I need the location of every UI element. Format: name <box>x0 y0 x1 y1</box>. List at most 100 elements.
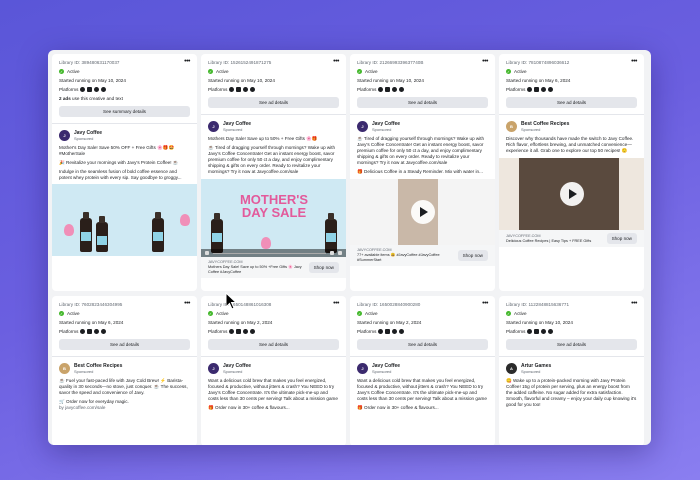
audience-network-icon <box>541 329 547 334</box>
status-text: Active <box>365 311 378 316</box>
card-header: Library ID: 7810874896036612 ••• ✓ Active… <box>499 54 644 92</box>
facebook-icon <box>80 87 86 92</box>
ad-body-text: ☕ Fuel your fast-paced life with Javy Co… <box>59 378 188 410</box>
play-button-icon[interactable] <box>559 182 584 206</box>
ad-card[interactable]: Library ID: 389480631170037 ••• ✓ Active … <box>52 54 197 291</box>
ad-card[interactable]: Library ID: 7602823446304995 ••• ✓ Active… <box>52 296 197 445</box>
ad-video[interactable]: MOTHER'S DAY SALE <box>201 179 346 257</box>
advertiser-avatar[interactable]: J <box>357 121 368 132</box>
see-summary-details-button[interactable]: See summary details <box>59 106 190 117</box>
shop-now-button[interactable]: Shop now <box>606 233 637 244</box>
ad-card[interactable]: Library ID: 1526152491871275 ••• ✓ Active… <box>201 54 346 291</box>
advertiser-avatar[interactable]: A <box>506 363 517 374</box>
library-id: Library ID: 1526152491871275 <box>208 60 272 65</box>
audience-network-icon <box>541 87 547 92</box>
ad-card[interactable]: Library ID: 1650148861016308 ••• ✓ Active… <box>201 296 346 445</box>
shop-now-button[interactable]: Shop now <box>457 250 488 261</box>
status-text: Active <box>216 69 229 74</box>
instagram-icon <box>236 329 242 334</box>
started-running: Started running on May 10, 2024 <box>208 78 275 83</box>
instagram-icon <box>87 329 93 334</box>
ad-card[interactable]: Library ID: 1650028840900280 ••• ✓ Active… <box>350 296 495 445</box>
more-options-icon[interactable]: ••• <box>184 58 190 65</box>
sponsored-label: Sponsored <box>223 369 243 374</box>
more-options-icon[interactable]: ••• <box>631 58 637 65</box>
bottle-image <box>80 212 92 252</box>
ad-video[interactable] <box>499 158 644 230</box>
platforms-row: Platforms <box>59 329 190 334</box>
ad-library-window: Library ID: 389480631170037 ••• ✓ Active … <box>48 50 651 445</box>
cta-row: JAVYCOFFEE.COM Mothers Day Sale! Save up … <box>201 257 346 278</box>
see-ad-details-button[interactable]: See ad details <box>59 339 190 350</box>
shop-now-button[interactable]: Shop now <box>308 262 339 273</box>
see-ad-details-button[interactable]: See ad details <box>357 97 488 108</box>
see-ad-details-button[interactable]: See ad details <box>357 339 488 350</box>
ad-card[interactable]: Library ID: 2126699339637740B ••• ✓ Activ… <box>350 54 495 291</box>
play-button-icon[interactable] <box>410 200 435 224</box>
ad-body-text: 😋 Wake up to a protein-packed morning wi… <box>506 378 637 407</box>
fullscreen-icon[interactable] <box>338 251 342 255</box>
more-options-icon[interactable]: ••• <box>333 58 339 65</box>
mouse-cursor-icon <box>225 292 237 310</box>
ad-card[interactable]: Library ID: 1122848815636771 ••• ✓ Active… <box>499 296 644 445</box>
ad-card[interactable]: Library ID: 7810874896036612 ••• ✓ Active… <box>499 54 644 291</box>
messenger-icon <box>250 329 256 334</box>
status-text: Active <box>514 311 527 316</box>
started-running: Started running on May 10, 2024 <box>357 78 424 83</box>
messenger-icon <box>101 87 107 92</box>
audience-network-icon <box>243 329 249 334</box>
volume-icon[interactable] <box>330 251 334 255</box>
sponsored-label: Sponsored <box>372 127 392 132</box>
sponsored-label: Sponsored <box>521 127 541 132</box>
platforms-row: Platforms <box>59 87 190 92</box>
library-id: Library ID: 1122848815636771 <box>506 302 569 307</box>
facebook-icon <box>80 329 86 334</box>
see-ad-details-button[interactable]: See ad details <box>208 97 339 108</box>
started-running: Started running on May 6, 2024 <box>59 320 124 325</box>
platforms-label: Platforms <box>506 87 526 92</box>
ad-body-text: Mothers Day Sale! Save up to 50% + Free … <box>208 136 336 174</box>
more-options-icon[interactable]: ••• <box>482 58 488 65</box>
advertiser-avatar[interactable]: B <box>506 121 517 132</box>
cta-title: Mothers Day Sale! Save up to 50% +Free G… <box>208 265 302 274</box>
active-check-icon: ✓ <box>59 311 64 316</box>
ad-body-text: ☕ Tired of dragging yourself through mor… <box>357 136 485 174</box>
see-ad-details-button[interactable]: See ad details <box>506 339 637 350</box>
audience-network-icon <box>94 87 100 92</box>
more-options-icon[interactable]: ••• <box>482 300 488 307</box>
more-options-icon[interactable]: ••• <box>631 300 637 307</box>
instagram-icon <box>534 329 540 334</box>
video-progress-bar[interactable] <box>213 252 326 254</box>
sponsored-label: Sponsored <box>372 369 392 374</box>
ad-preview: J Javy Coffee Sponsored ☕ Tired of draggi… <box>350 115 495 266</box>
ad-video[interactable] <box>350 179 495 245</box>
see-ad-details-button[interactable]: See ad details <box>506 97 637 108</box>
more-options-icon[interactable]: ••• <box>333 300 339 307</box>
messenger-icon <box>548 87 554 92</box>
card-header: Library ID: 1650148861016308 ••• ✓ Active… <box>201 296 346 334</box>
active-check-icon: ✓ <box>208 311 213 316</box>
advertiser-avatar[interactable]: J <box>59 130 70 141</box>
advertiser-avatar[interactable]: J <box>208 121 219 132</box>
active-check-icon: ✓ <box>506 311 511 316</box>
card-header: Library ID: 7602823446304995 ••• ✓ Active… <box>52 296 197 334</box>
bottle-image <box>152 212 164 252</box>
started-running: Started running on May 10, 2024 <box>59 78 126 83</box>
sponsored-label: Sponsored <box>74 136 94 141</box>
advertiser-avatar[interactable]: B <box>59 363 70 374</box>
library-id: Library ID: 7810874896036612 <box>506 60 570 65</box>
started-running: Started running on May 2, 2024 <box>208 320 273 325</box>
library-id: Library ID: 2126699339637740B <box>357 60 424 65</box>
advertiser-avatar[interactable]: J <box>208 363 219 374</box>
ad-body-text: Want a delicious cold brew that makes yo… <box>357 378 487 410</box>
video-controls[interactable] <box>201 249 346 257</box>
more-options-icon[interactable]: ••• <box>184 300 190 307</box>
see-ad-details-button[interactable]: See ad details <box>208 339 339 350</box>
sale-headline: MOTHER'S DAY SALE <box>239 192 309 220</box>
ad-image[interactable] <box>52 184 197 256</box>
platforms-row: Platforms <box>357 329 488 334</box>
audience-network-icon <box>392 329 398 334</box>
play-control-icon[interactable] <box>205 251 209 255</box>
started-running: Started running on May 2, 2024 <box>357 320 422 325</box>
advertiser-avatar[interactable]: J <box>357 363 368 374</box>
